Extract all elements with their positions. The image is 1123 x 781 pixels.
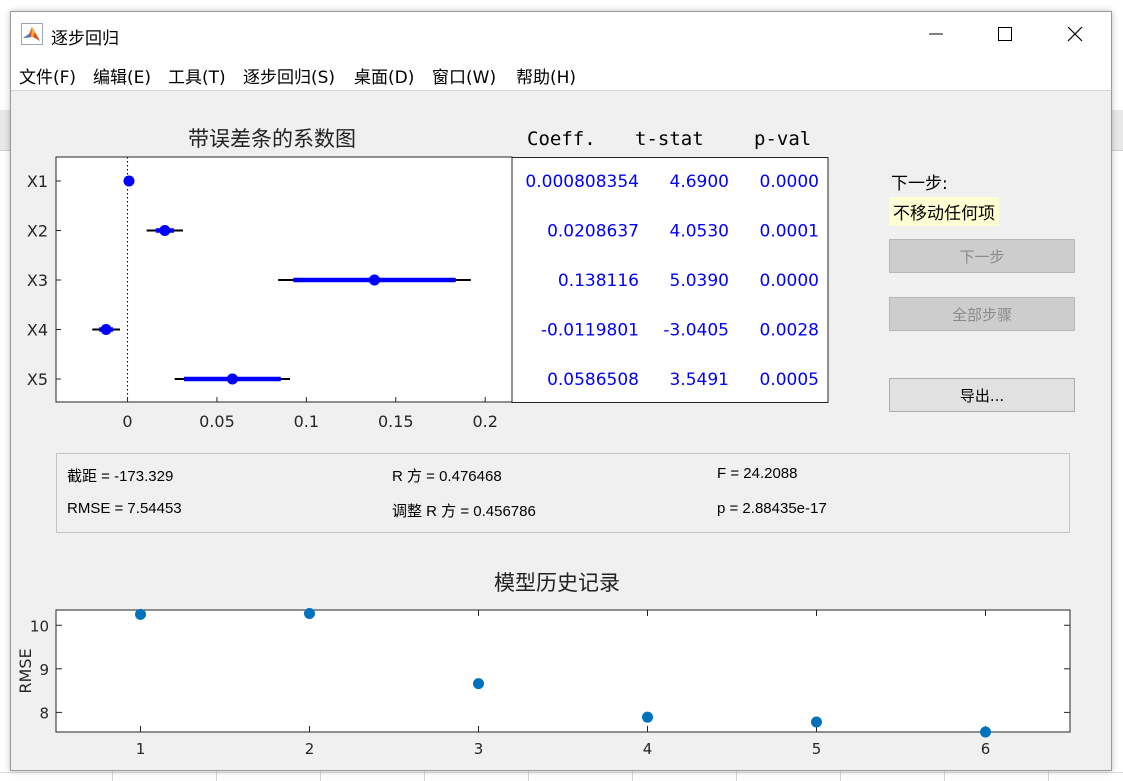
coefficient-plot[interactable]: 0 0.05 0.1 0.15 0.2 X1 X2 X3 X4 X5 bbox=[11, 91, 531, 451]
history-axes-box bbox=[55, 609, 1071, 733]
rmse-stat: RMSE = 7.54453 bbox=[67, 500, 182, 517]
pval-value: 0.0001 bbox=[760, 222, 819, 242]
x-tick-label: 0.2 bbox=[472, 412, 497, 431]
next-step-button[interactable]: 下一步 bbox=[889, 239, 1075, 273]
coeff-header: Coeff. bbox=[527, 128, 596, 150]
tstat-value: 5.0390 bbox=[670, 271, 729, 291]
history-point bbox=[811, 716, 822, 728]
y-tick-label: 8 bbox=[39, 704, 49, 722]
coef-table-box: 0.000808354 4.6900 0.0000 0.0208637 4.0530 0.… bbox=[511, 157, 829, 403]
y-tick-label: 9 bbox=[39, 661, 49, 679]
y-tick-label: 10 bbox=[30, 617, 49, 635]
x-tick-label: 2 bbox=[305, 740, 315, 758]
coeff-value: 0.0208637 bbox=[547, 222, 639, 242]
coeff-value: 0.0586508 bbox=[547, 370, 639, 390]
menu-stepwise[interactable]: 逐步回归(S) bbox=[243, 63, 335, 88]
term-label-x4: X4 bbox=[27, 321, 48, 340]
maximize-icon bbox=[998, 27, 1012, 41]
menu-window[interactable]: 窗口(W) bbox=[432, 63, 496, 88]
coef-point-x1 bbox=[123, 175, 135, 187]
x-tick-label: 1 bbox=[136, 740, 146, 758]
rsquared-stat: R 方 = 0.476468 bbox=[392, 468, 502, 485]
statistics-panel: 截距 = -173.329 R 方 = 0.476468 F = 24.2088… bbox=[56, 453, 1070, 533]
x-tick-label: 0 bbox=[122, 412, 132, 431]
x-tick-label: 5 bbox=[812, 740, 822, 758]
menu-desktop[interactable]: 桌面(D) bbox=[354, 63, 414, 88]
term-label-x1: X1 bbox=[27, 172, 48, 191]
tstat-header: t-stat bbox=[635, 128, 704, 150]
model-history-plot[interactable]: 1 2 3 4 5 6 8 9 10 RMSE bbox=[11, 561, 1111, 770]
matlab-logo-icon bbox=[21, 23, 43, 45]
coeff-value: -0.0119801 bbox=[541, 321, 639, 341]
term-label-x5: X5 bbox=[27, 370, 48, 389]
menu-file[interactable]: 文件(F) bbox=[19, 63, 76, 88]
tstat-value: 4.6900 bbox=[670, 172, 729, 192]
menu-bar: 文件(F) 编辑(E) 工具(T) 逐步回归(S) 桌面(D) 窗口(W) 帮助… bbox=[11, 56, 1111, 91]
minimize-button[interactable] bbox=[914, 20, 958, 48]
history-point bbox=[135, 608, 146, 620]
title-bar: 逐步回归 bbox=[11, 12, 1111, 56]
history-point bbox=[642, 711, 653, 723]
x-tick-label: 0.15 bbox=[378, 412, 414, 431]
export-button[interactable]: 导出... bbox=[889, 378, 1075, 412]
y-axis-label: RMSE bbox=[16, 648, 35, 693]
coef-point-x4 bbox=[100, 324, 112, 335]
coeff-value: 0.138116 bbox=[558, 271, 639, 291]
pval-value: 0.0005 bbox=[760, 370, 819, 390]
menu-tools[interactable]: 工具(T) bbox=[168, 63, 226, 88]
coef-point-x5 bbox=[226, 373, 238, 385]
coef-point-x2 bbox=[159, 225, 171, 236]
tstat-value: 4.0530 bbox=[670, 222, 729, 242]
pval-value: 0.0000 bbox=[760, 271, 819, 291]
menu-help[interactable]: 帮助(H) bbox=[516, 63, 576, 88]
term-label-x3: X3 bbox=[27, 271, 48, 290]
history-point bbox=[473, 678, 484, 690]
menu-edit[interactable]: 编辑(E) bbox=[93, 63, 151, 88]
all-steps-button[interactable]: 全部步骤 bbox=[889, 297, 1075, 331]
x-tick-label: 0.05 bbox=[199, 412, 235, 431]
coef-point-x3 bbox=[368, 274, 380, 286]
stepwise-window: 逐步回归 文件(F) 编辑(E) 工具(T) 逐步回归(S) 桌面(D) 窗口(… bbox=[10, 11, 1112, 771]
window-title: 逐步回归 bbox=[51, 29, 119, 49]
intercept-stat: 截距 = -173.329 bbox=[67, 468, 174, 485]
x-tick-label: 4 bbox=[643, 740, 653, 758]
history-point bbox=[980, 726, 991, 738]
tstat-value: 3.5491 bbox=[670, 370, 729, 390]
close-button[interactable] bbox=[1053, 20, 1097, 48]
tstat-value: -3.0405 bbox=[663, 321, 729, 341]
close-icon bbox=[1067, 26, 1083, 42]
next-step-value: 不移动任何项 bbox=[889, 197, 999, 226]
x-tick-label: 6 bbox=[981, 740, 991, 758]
adj-rsquared-stat: 调整 R 方 = 0.456786 bbox=[392, 503, 536, 520]
term-label-x2: X2 bbox=[27, 222, 48, 241]
x-tick-label: 3 bbox=[474, 740, 484, 758]
history-point bbox=[304, 607, 315, 619]
x-tick-label: 0.1 bbox=[294, 412, 319, 431]
coeff-value: 0.000808354 bbox=[525, 172, 639, 192]
pval-value: 0.0000 bbox=[760, 172, 819, 192]
maximize-button[interactable] bbox=[983, 20, 1027, 48]
minimize-icon bbox=[929, 33, 943, 35]
p-value-stat: p = 2.88435e-17 bbox=[717, 500, 827, 517]
next-step-label: 下一步: bbox=[891, 174, 948, 194]
f-stat: F = 24.2088 bbox=[717, 465, 798, 482]
pval-header: p-val bbox=[754, 128, 812, 150]
pval-value: 0.0028 bbox=[760, 321, 819, 341]
figure-client-area: 带误差条的系数图 0 0.05 0.1 0.15 0.2 X1 X2 X3 X4 X5 Coeff… bbox=[11, 91, 1111, 770]
